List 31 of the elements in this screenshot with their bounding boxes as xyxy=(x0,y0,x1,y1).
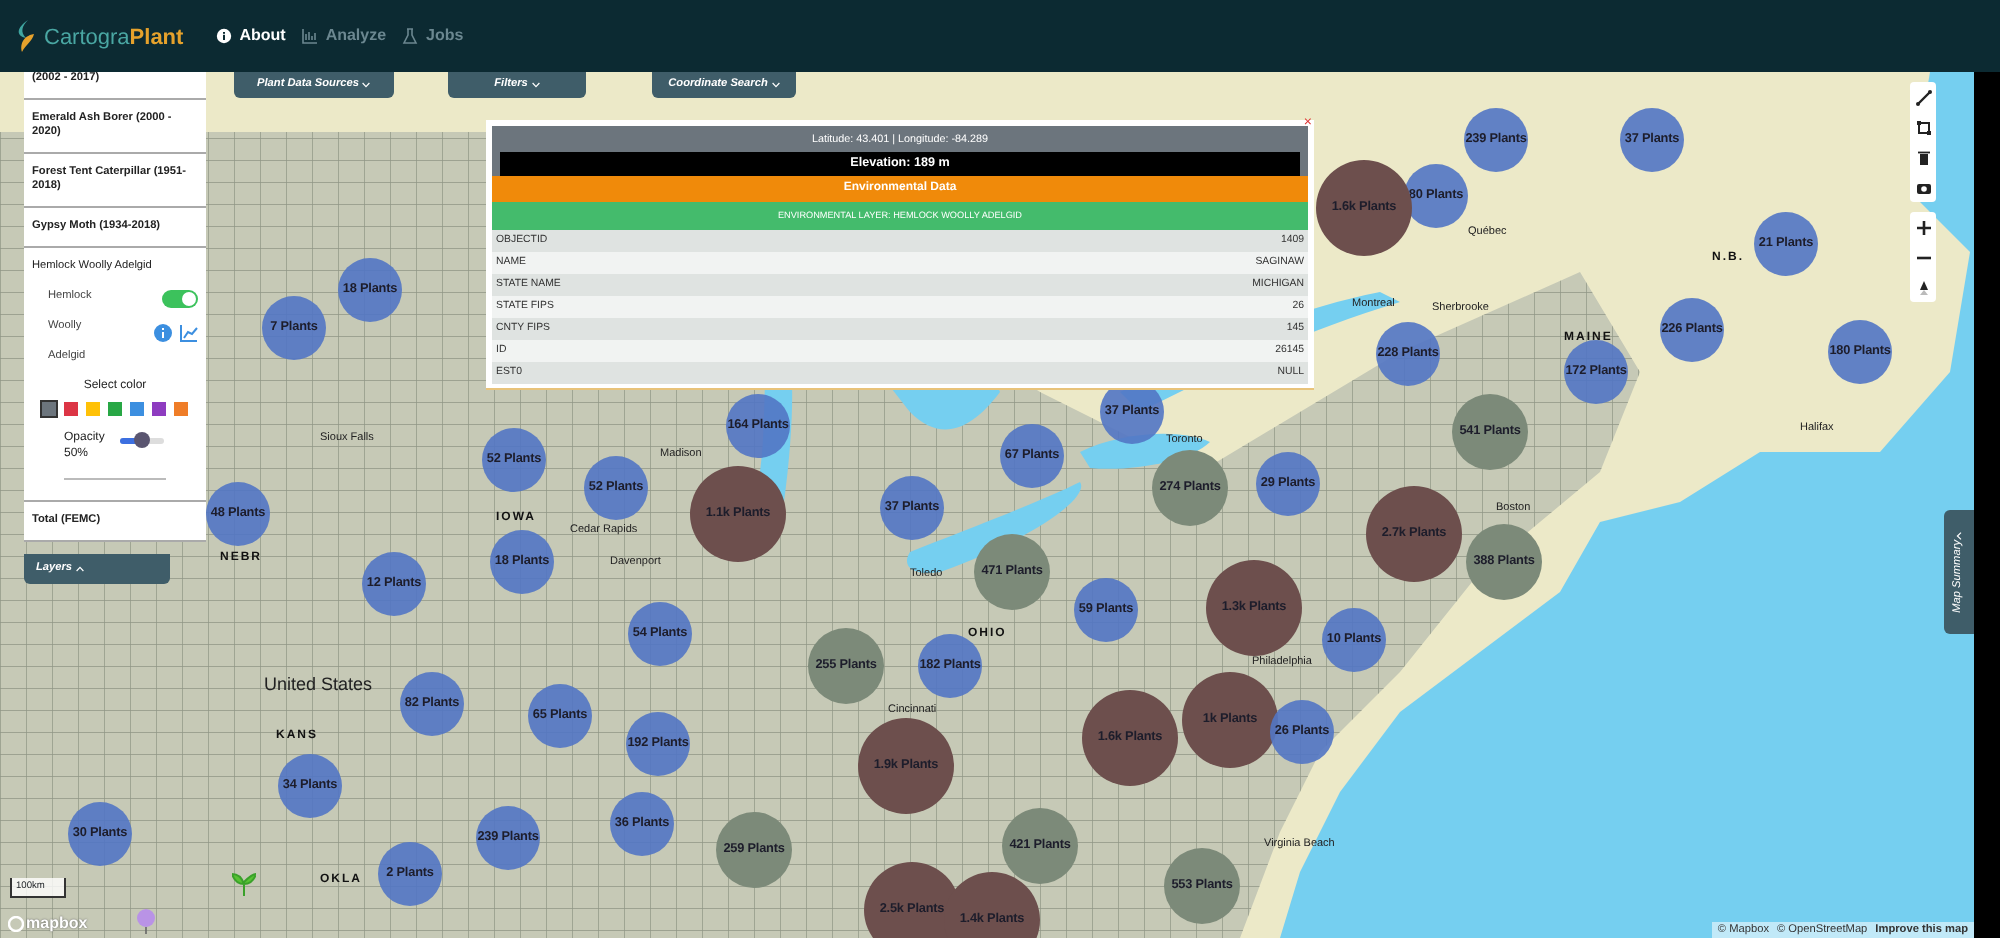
info-icon xyxy=(215,28,232,44)
compass-icon[interactable] xyxy=(1915,279,1931,295)
color-swatch[interactable] xyxy=(152,402,166,417)
chevron-down-icon xyxy=(362,82,371,88)
logo-ring-icon xyxy=(8,916,24,932)
chevron-down-icon xyxy=(771,82,780,88)
color-swatch[interactable] xyxy=(174,402,188,417)
nav-link[interactable]: About xyxy=(215,24,286,48)
info-icon[interactable] xyxy=(154,323,172,342)
brand-name[interactable]: CartograPlant xyxy=(44,12,184,60)
line-tool-icon[interactable] xyxy=(1915,89,1931,105)
toggle-switch[interactable] xyxy=(162,289,198,308)
opacity-slider[interactable] xyxy=(120,437,165,444)
trash-icon[interactable] xyxy=(1915,149,1931,165)
chevron-down-icon xyxy=(531,82,540,88)
chart-icon[interactable] xyxy=(180,323,198,342)
color-swatch[interactable] xyxy=(130,402,144,417)
chart-icon xyxy=(301,28,318,44)
map-label: United States xyxy=(264,676,373,694)
color-swatch[interactable] xyxy=(86,402,100,417)
zoom-in-icon[interactable] xyxy=(1915,219,1931,235)
flask-icon xyxy=(402,28,419,44)
square-tool-icon[interactable] xyxy=(1915,119,1931,135)
color-swatch[interactable] xyxy=(64,402,78,417)
color-swatch[interactable] xyxy=(108,402,122,417)
chevron-up-icon xyxy=(76,566,85,572)
pin-icon[interactable] xyxy=(136,908,156,934)
camera-icon[interactable] xyxy=(1915,179,1931,195)
leaf-logo-icon xyxy=(16,20,36,52)
chevron-icon xyxy=(1956,531,1962,540)
color-swatch[interactable] xyxy=(42,402,56,417)
